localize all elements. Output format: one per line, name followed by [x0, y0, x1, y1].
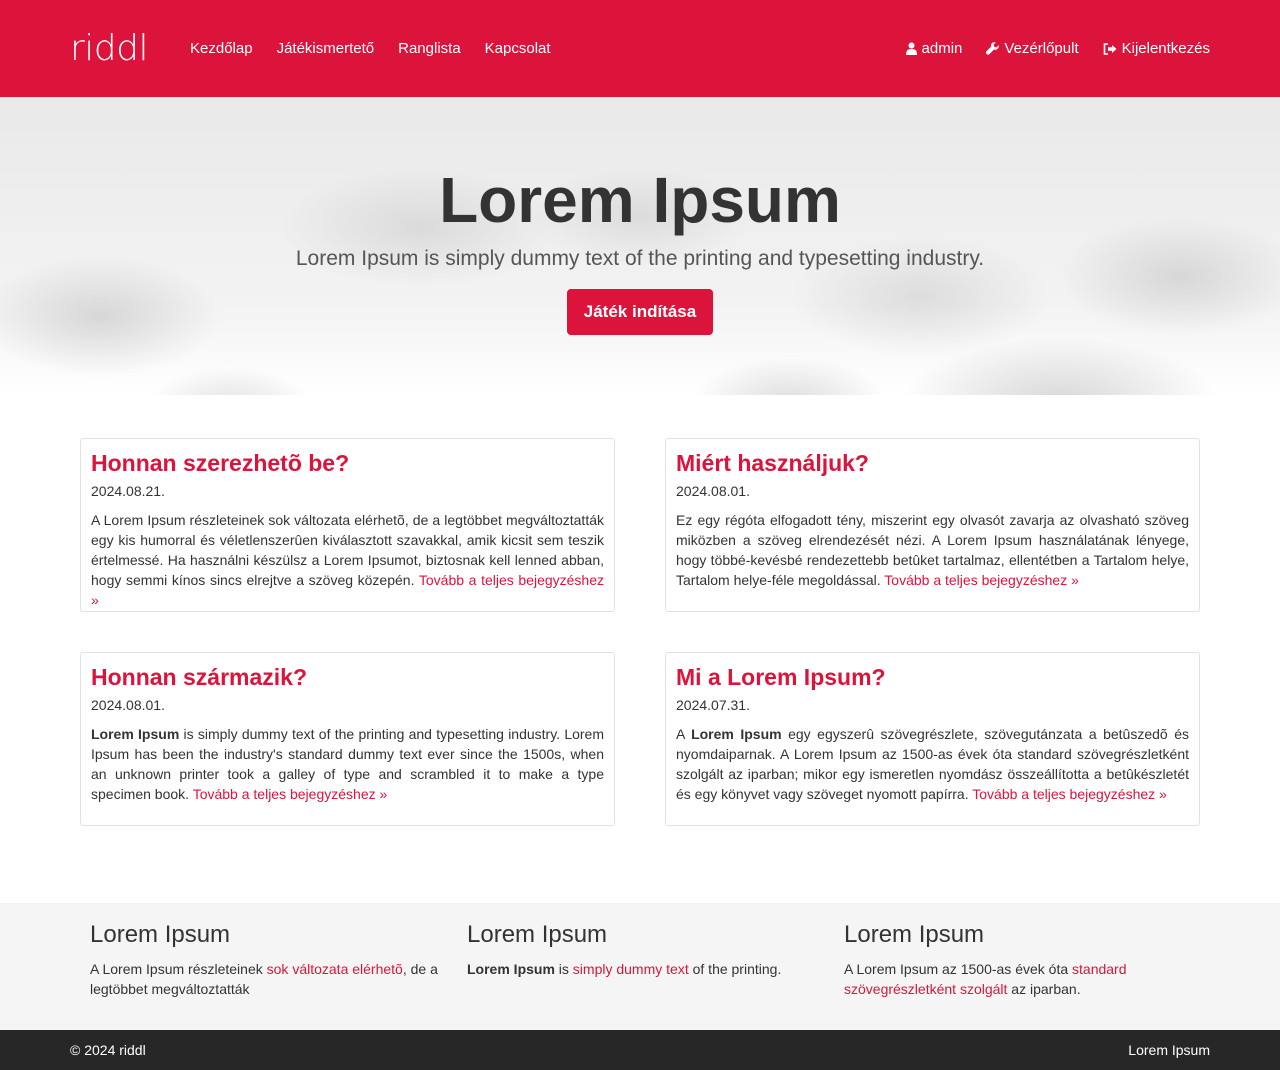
footer-column-title: Lorem Ipsum [90, 921, 231, 948]
post-card: Mi a Lorem Ipsum? 2024.07.31. A Lorem Ip… [665, 652, 1200, 826]
footer-link[interactable]: sok változata elérhetõ [267, 961, 403, 977]
footer-column: Lorem Ipsum Lorem Ipsum is simply dummy … [467, 921, 844, 999]
post-date: 2024.08.01. [676, 483, 750, 499]
nav-link-home[interactable]: Kezdőlap [190, 40, 253, 57]
nav-link-game-rules[interactable]: Játékismertető [277, 40, 375, 57]
footer-column-text: A Lorem Ipsum részleteinek sok változata… [90, 959, 467, 999]
read-more-link[interactable]: Tovább a teljes bejegyzéshez » [193, 786, 388, 802]
post-date: 2024.08.21. [91, 483, 165, 499]
footer-text: az iparban. [1007, 981, 1081, 997]
user-icon [905, 42, 917, 55]
footer-column: Lorem Ipsum A Lorem Ipsum az 1500-as éve… [844, 921, 1210, 999]
top-navbar: riddl Kezdőlap Játékismertető Ranglista … [0, 0, 1280, 97]
post-card: Miért használjuk? 2024.08.01. Ez egy rég… [665, 438, 1200, 612]
user-nav: admin Vezérlőpult Kijelentkezés [905, 40, 1210, 57]
nav-dashboard[interactable]: Vezérlőpult [986, 40, 1079, 57]
nav-link-contact[interactable]: Kapcsolat [485, 40, 551, 57]
post-bold-text: Lorem Ipsum [91, 726, 180, 742]
post-title[interactable]: Honnan származik? [91, 664, 604, 690]
start-game-button[interactable]: Játék indítása [566, 289, 714, 335]
hero-subtitle: Lorem Ipsum is simply dummy text of the … [295, 247, 985, 270]
post-bold-text: Lorem Ipsum [691, 726, 782, 742]
post-prefix: A [676, 726, 692, 742]
nav-logout-label: Kijelentkezés [1121, 40, 1210, 57]
footer-column-title: Lorem Ipsum [467, 921, 608, 948]
hero-title: Lorem Ipsum [439, 164, 841, 236]
footer-bold-text: Lorem Ipsum [467, 961, 555, 977]
footer-link[interactable]: simply dummy text [573, 961, 689, 977]
footer-column-text: A Lorem Ipsum az 1500-as évek óta standa… [844, 959, 1210, 999]
post-excerpt: Ez egy régóta elfogadott tény, miszerint… [676, 510, 1189, 590]
post-date: 2024.07.31. [676, 697, 750, 713]
nav-logout[interactable]: Kijelentkezés [1103, 40, 1210, 57]
nav-link-leaderboard[interactable]: Ranglista [398, 40, 461, 57]
post-title[interactable]: Honnan szerezhetõ be? [91, 450, 604, 476]
post-excerpt: Lorem Ipsum is simply dummy text of the … [91, 724, 604, 804]
footer-text: A Lorem Ipsum az 1500-as évek óta [844, 961, 1073, 977]
footer-text: is [554, 961, 573, 977]
post-excerpt: A Lorem Ipsum egy egyszerû szövegrészlet… [676, 724, 1189, 804]
bottom-bar: © 2024 riddl Lorem Ipsum [0, 1030, 1280, 1070]
hero-banner: Lorem Ipsum Lorem Ipsum is simply dummy … [0, 97, 1280, 395]
post-excerpt: A Lorem Ipsum részleteinek sok változata… [91, 510, 604, 610]
main-nav: Kezdőlap Játékismertető Ranglista Kapcso… [190, 40, 551, 57]
copyright-text: © 2024 riddl [70, 1042, 146, 1058]
post-grid: Honnan szerezhetõ be? 2024.08.21. A Lore… [80, 438, 1200, 826]
post-card: Honnan szerezhetõ be? 2024.08.21. A Lore… [80, 438, 615, 612]
brand-logo[interactable]: riddl [70, 28, 149, 69]
post-title[interactable]: Mi a Lorem Ipsum? [676, 664, 1189, 690]
footer-info: Lorem Ipsum A Lorem Ipsum részleteinek s… [0, 903, 1280, 1030]
wrench-icon [986, 42, 1000, 55]
footer-column-text: Lorem Ipsum is simply dummy text of the … [467, 959, 844, 979]
bottom-bar-link[interactable]: Lorem Ipsum [1128, 1042, 1210, 1058]
post-card: Honnan származik? 2024.08.01. Lorem Ipsu… [80, 652, 615, 826]
footer-text: of the printing. [688, 961, 782, 977]
footer-column-title: Lorem Ipsum [844, 921, 985, 948]
nav-user-label: admin [921, 40, 963, 57]
footer-column: Lorem Ipsum A Lorem Ipsum részleteinek s… [90, 921, 467, 999]
nav-user-admin[interactable]: admin [905, 40, 963, 57]
footer-text: A Lorem Ipsum részleteinek [90, 961, 267, 977]
sign-out-icon [1103, 42, 1117, 55]
post-date: 2024.08.01. [91, 697, 165, 713]
read-more-link[interactable]: Tovább a teljes bejegyzéshez » [972, 786, 1167, 802]
read-more-link[interactable]: Tovább a teljes bejegyzéshez » [884, 572, 1079, 588]
post-title[interactable]: Miért használjuk? [676, 450, 1189, 476]
nav-dashboard-label: Vezérlőpult [1004, 40, 1079, 57]
